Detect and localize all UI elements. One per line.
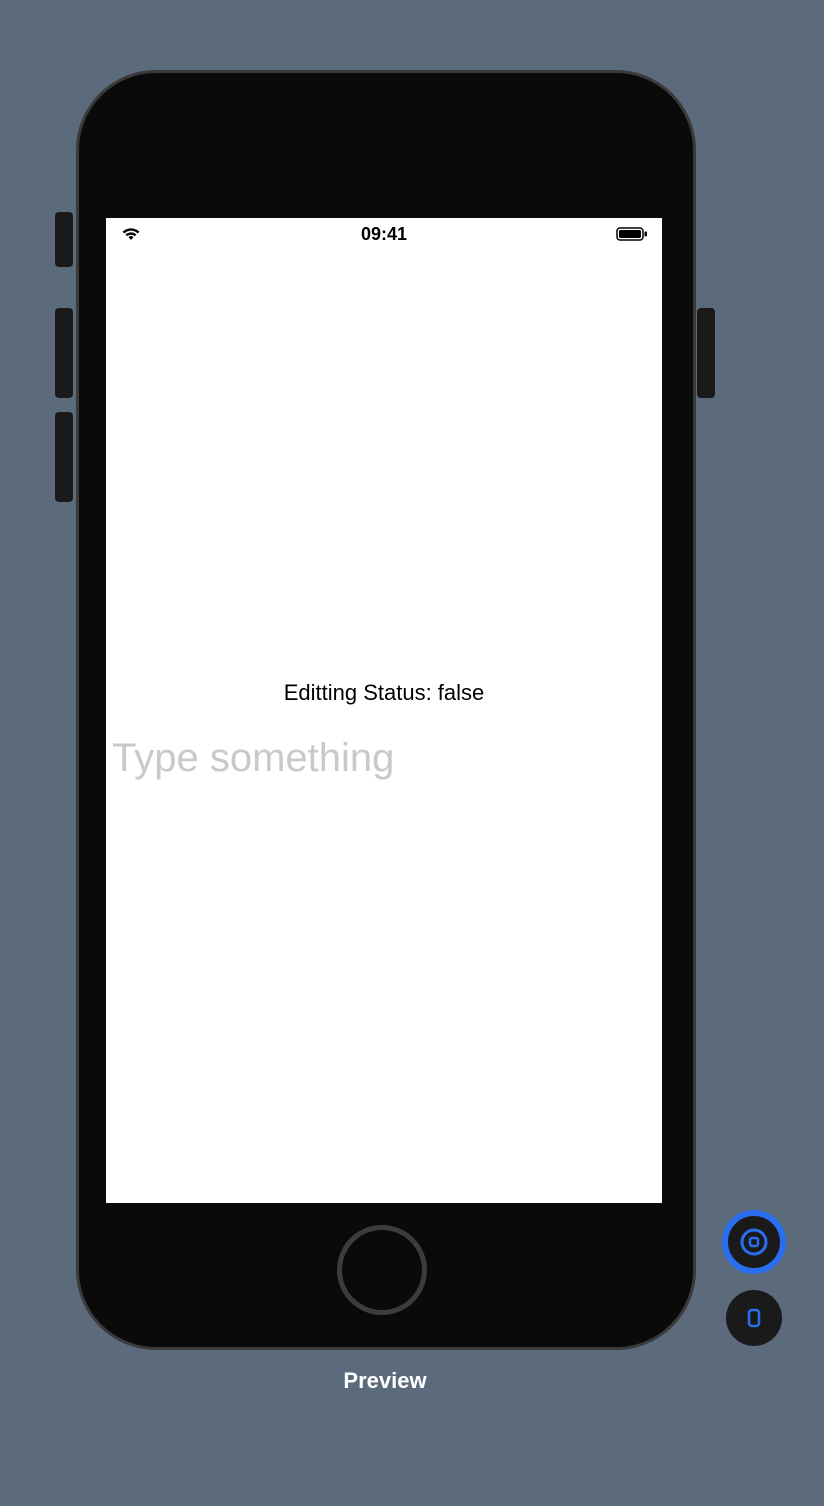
status-bar: 09:41	[106, 218, 662, 250]
battery-icon	[616, 227, 648, 241]
power-button[interactable]	[697, 308, 715, 398]
volume-up-button[interactable]	[55, 308, 73, 398]
editing-status-text: Editting Status: false	[106, 680, 662, 706]
screen: 09:41 Editting Status: false	[106, 218, 662, 1203]
text-input[interactable]	[106, 736, 662, 781]
floating-action-primary[interactable]	[722, 1210, 786, 1274]
preview-label: Preview	[0, 1368, 770, 1394]
silent-switch[interactable]	[55, 212, 73, 267]
status-time: 09:41	[361, 224, 407, 245]
content-area: Editting Status: false	[106, 250, 662, 781]
volume-down-button[interactable]	[55, 412, 73, 502]
wifi-icon	[120, 226, 142, 242]
home-button[interactable]	[337, 1225, 427, 1315]
floating-action-secondary[interactable]	[726, 1290, 782, 1346]
